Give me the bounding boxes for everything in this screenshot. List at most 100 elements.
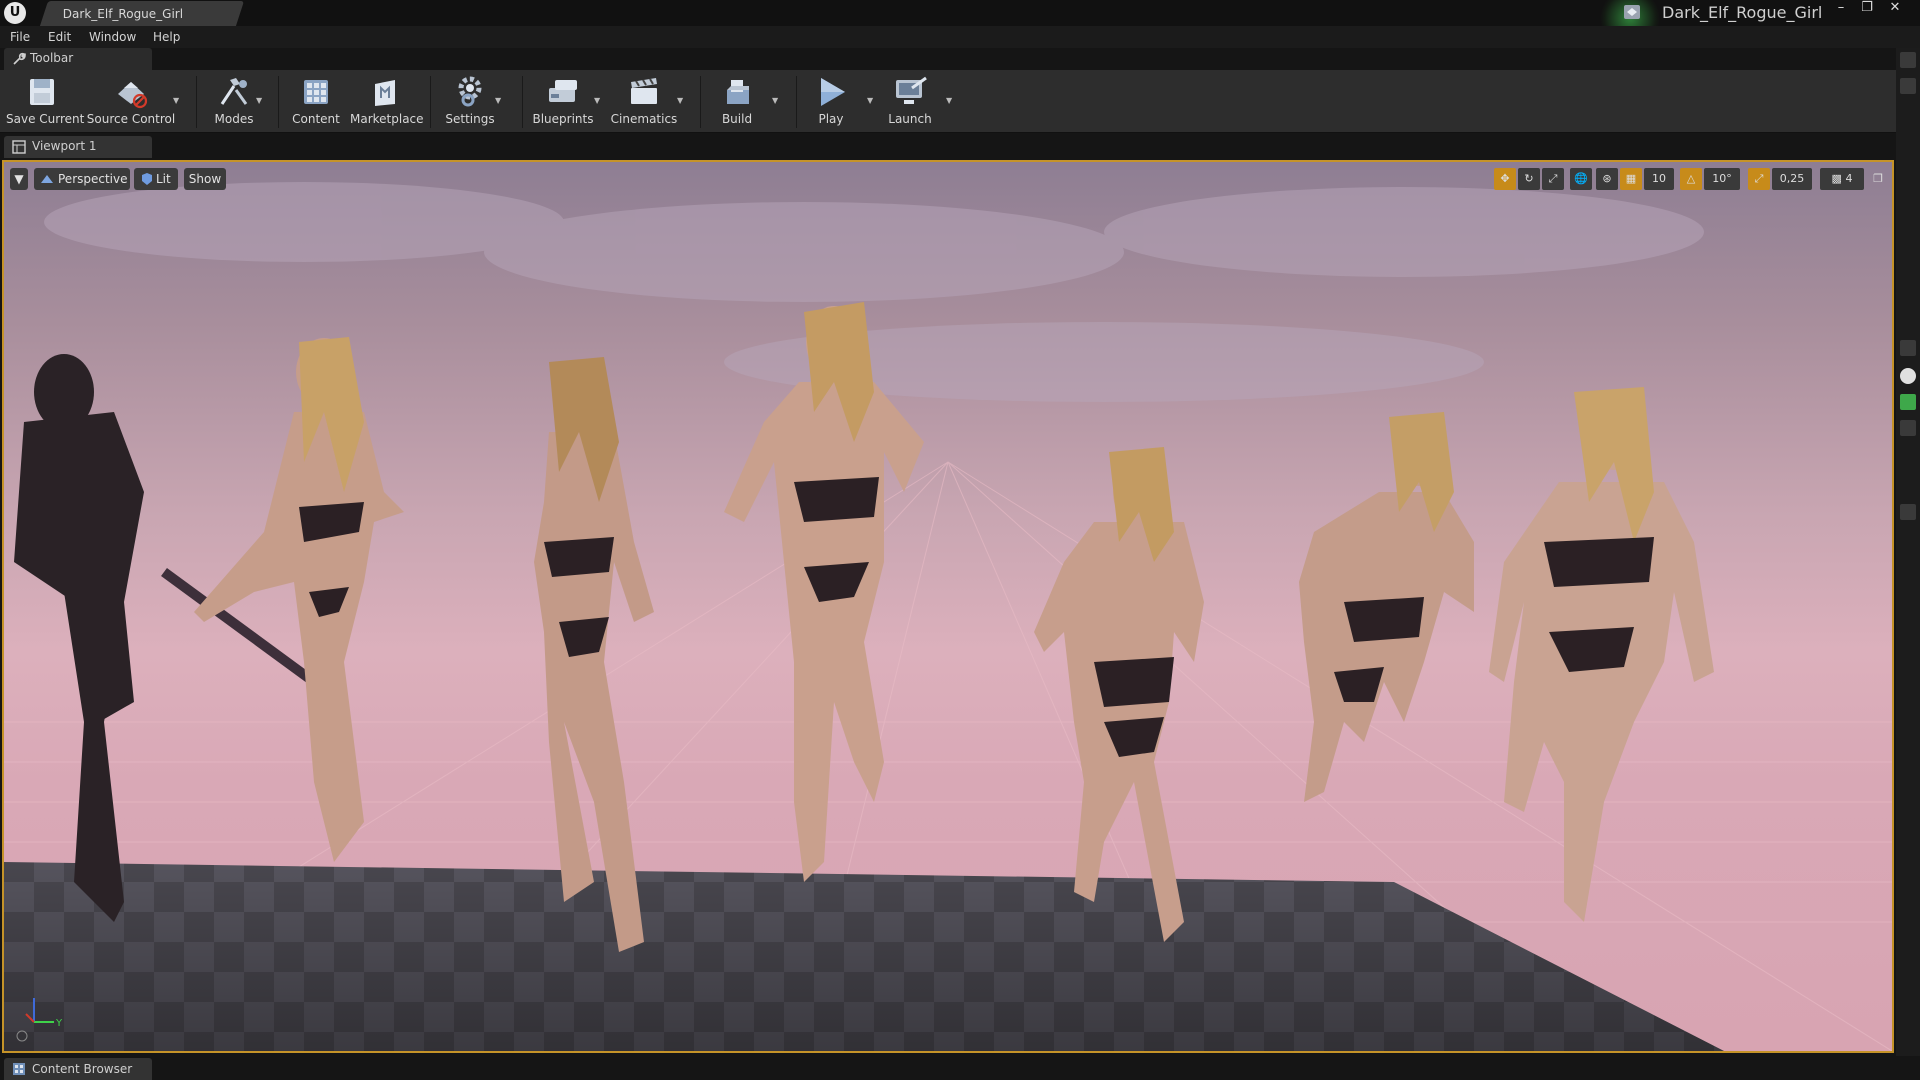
panel-search-icon[interactable] bbox=[1900, 78, 1916, 94]
cinematics-button[interactable]: Cinematics bbox=[610, 70, 678, 132]
main-toolbar: Save Current Source Control ▼ Modes ▼ Co… bbox=[0, 70, 1896, 133]
settings-label: Settings bbox=[445, 112, 495, 126]
panel-lock-icon[interactable] bbox=[1900, 420, 1916, 436]
blueprints-label: Blueprints bbox=[532, 112, 594, 126]
content-button[interactable]: Content bbox=[288, 70, 344, 132]
lit-button[interactable]: Lit bbox=[134, 168, 178, 190]
scale-snap-value[interactable]: 0,25 bbox=[1772, 168, 1812, 190]
source-control-button[interactable]: Source Control bbox=[86, 70, 176, 132]
project-name: Dark_Elf_Rogue_Girl bbox=[1662, 3, 1823, 22]
tab-viewport-label: Viewport 1 bbox=[32, 139, 97, 153]
cinematics-clapper-icon bbox=[631, 78, 657, 104]
save-icon bbox=[30, 79, 54, 105]
scale-snap-icon[interactable]: ⤢ bbox=[1748, 168, 1770, 190]
content-browser-tab-row: Content Browser bbox=[0, 1056, 1920, 1080]
viewport-tab-row: Viewport 1 bbox=[0, 134, 1896, 158]
document-tab-label: Dark_Elf_Rogue_Girl bbox=[62, 7, 184, 21]
camera-icon: ▩ bbox=[1831, 172, 1842, 185]
source-control-dropdown-icon[interactable]: ▼ bbox=[173, 96, 181, 105]
rotate-tool-icon[interactable]: ↻ bbox=[1518, 168, 1540, 190]
build-dropdown-icon[interactable]: ▼ bbox=[772, 96, 780, 105]
launch-button[interactable]: Launch bbox=[884, 70, 936, 132]
grid-snap-icon[interactable]: ▦ bbox=[1620, 168, 1642, 190]
close-button[interactable]: ✕ bbox=[1882, 0, 1908, 18]
marketplace-button[interactable]: Marketplace bbox=[350, 70, 424, 132]
toolbar-separator bbox=[196, 76, 197, 128]
marketplace-label: Marketplace bbox=[350, 112, 424, 126]
rotation-snap-value[interactable]: 10° bbox=[1704, 168, 1740, 190]
wrench-icon bbox=[13, 52, 26, 65]
menu-edit[interactable]: Edit bbox=[48, 30, 71, 44]
surface-snap-icon[interactable]: ⊛ bbox=[1596, 168, 1618, 190]
unreal-logo-icon[interactable]: U bbox=[4, 2, 26, 24]
toolbar-tab-row: Toolbar bbox=[0, 48, 1900, 70]
minimize-button[interactable]: – bbox=[1828, 0, 1854, 18]
title-bar: U Dark_Elf_Rogue_Girl Dark_Elf_Rogue_Gir… bbox=[0, 0, 1920, 48]
panel-list-icon[interactable] bbox=[1900, 52, 1916, 68]
build-label: Build bbox=[721, 112, 753, 126]
panel-settings-icon[interactable] bbox=[1900, 340, 1916, 356]
tab-content-browser[interactable]: Content Browser bbox=[4, 1058, 152, 1080]
tab-toolbar[interactable]: Toolbar bbox=[4, 48, 152, 70]
launch-dropdown-icon[interactable]: ▼ bbox=[946, 96, 954, 105]
settings-button[interactable]: Settings bbox=[440, 70, 500, 132]
project-icon bbox=[1624, 5, 1640, 19]
perspective-label: Perspective bbox=[58, 172, 128, 186]
settings-dropdown-icon[interactable]: ▼ bbox=[495, 96, 503, 105]
world-space-icon[interactable]: 🌐 bbox=[1570, 168, 1592, 190]
maximize-button[interactable]: ❐ bbox=[1854, 0, 1880, 18]
content-browser-icon bbox=[13, 1063, 25, 1075]
modes-label: Modes bbox=[214, 112, 254, 126]
save-current-button[interactable]: Save Current bbox=[6, 70, 85, 132]
menu-bar: File Edit Window Help bbox=[0, 26, 1920, 48]
launch-icon bbox=[896, 76, 927, 104]
menu-help[interactable]: Help bbox=[153, 30, 180, 44]
modes-button[interactable]: Modes bbox=[204, 70, 264, 132]
viewport-scene: Y bbox=[4, 182, 1892, 1051]
maximize-viewport-icon[interactable]: ❐ bbox=[1870, 168, 1886, 190]
tab-content-browser-label: Content Browser bbox=[32, 1062, 133, 1076]
viewport-options-button[interactable]: ▼ bbox=[10, 168, 28, 190]
grid-snap-value[interactable]: 10 bbox=[1644, 168, 1674, 190]
translate-tool-icon[interactable]: ✥ bbox=[1494, 168, 1516, 190]
launch-label: Launch bbox=[888, 112, 932, 126]
content-grid-icon bbox=[304, 80, 328, 104]
panel-details-icon[interactable] bbox=[1900, 504, 1916, 520]
perspective-button[interactable]: Perspective bbox=[34, 168, 130, 190]
blueprints-icon bbox=[549, 80, 577, 102]
modes-dropdown-icon[interactable]: ▼ bbox=[256, 96, 264, 105]
source-control-label: Source Control bbox=[86, 112, 176, 126]
document-tab[interactable]: Dark_Elf_Rogue_Girl bbox=[39, 1, 245, 26]
right-dock-panel bbox=[1896, 48, 1920, 1056]
modes-icon bbox=[220, 78, 248, 105]
viewport-icon bbox=[12, 140, 26, 154]
camera-speed-button[interactable]: ▩ 4 bbox=[1820, 168, 1864, 190]
rotation-snap-icon[interactable]: △ bbox=[1680, 168, 1702, 190]
level-viewport[interactable]: Y ▼ Perspective Lit Show ✥ ↻ ⤢ 🌐 ⊛ ▦ 10 … bbox=[2, 160, 1894, 1053]
toolbar-separator bbox=[430, 76, 431, 128]
clouds bbox=[44, 182, 1704, 402]
play-dropdown-icon[interactable]: ▼ bbox=[867, 96, 875, 105]
menu-window[interactable]: Window bbox=[89, 30, 136, 44]
tab-viewport-1[interactable]: Viewport 1 bbox=[4, 136, 152, 158]
scale-tool-icon[interactable]: ⤢ bbox=[1542, 168, 1564, 190]
toolbar-separator bbox=[700, 76, 701, 128]
panel-add-icon[interactable] bbox=[1900, 394, 1916, 410]
play-label: Play bbox=[818, 112, 844, 126]
blueprints-button[interactable]: Blueprints bbox=[532, 70, 594, 132]
build-button[interactable]: Build bbox=[712, 70, 762, 132]
play-icon bbox=[821, 78, 845, 106]
blueprints-dropdown-icon[interactable]: ▼ bbox=[594, 96, 602, 105]
save-current-label: Save Current bbox=[6, 112, 85, 126]
lit-label: Lit bbox=[156, 172, 171, 186]
play-button[interactable]: Play bbox=[806, 70, 856, 132]
cinematics-dropdown-icon[interactable]: ▼ bbox=[677, 96, 685, 105]
lit-sphere-icon bbox=[142, 173, 152, 185]
panel-toggle-icon[interactable] bbox=[1900, 368, 1916, 384]
show-button[interactable]: Show bbox=[184, 168, 226, 190]
camera-speed-value: 4 bbox=[1845, 172, 1853, 185]
cinematics-label: Cinematics bbox=[610, 112, 678, 126]
content-label: Content bbox=[292, 112, 340, 126]
menu-file[interactable]: File bbox=[10, 30, 30, 44]
character-models bbox=[14, 302, 1714, 952]
